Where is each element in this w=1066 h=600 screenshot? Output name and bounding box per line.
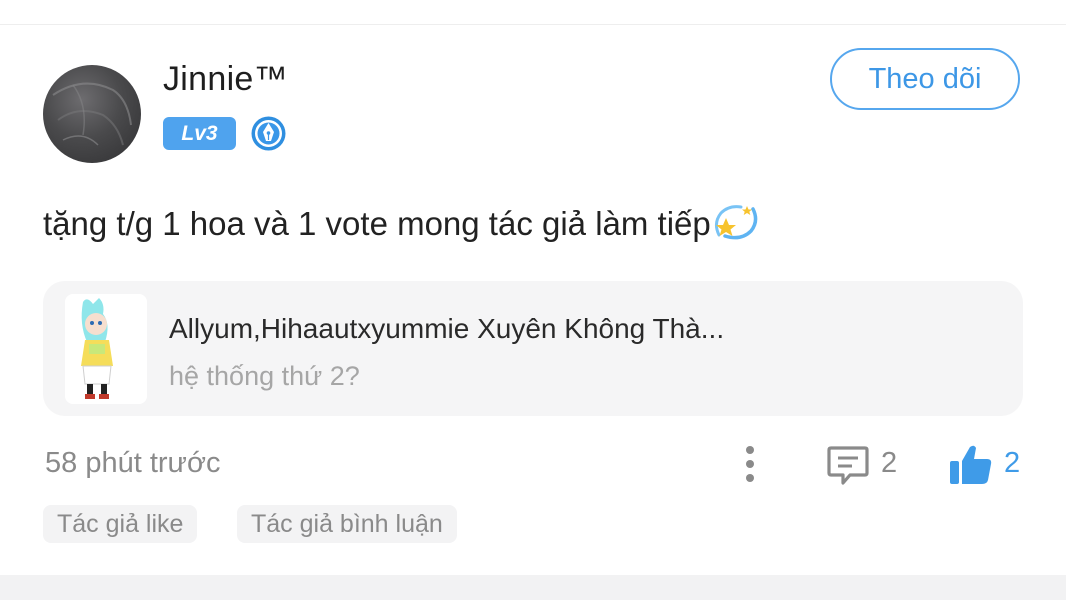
level-badge: Lv3 <box>163 117 236 150</box>
comment-icon <box>827 446 869 485</box>
book-card[interactable]: Allyum,Hihaautxyummie Xuyên Không Thà...… <box>43 281 1023 416</box>
thumbs-up-icon <box>950 445 992 484</box>
dizzy-star-emoji-icon <box>713 203 759 249</box>
reply-button[interactable]: 2 <box>826 443 906 487</box>
username[interactable]: Jinnie™ <box>163 60 288 99</box>
avatar-image <box>52 82 132 146</box>
top-divider <box>0 0 1066 25</box>
book-cover-image[interactable] <box>65 294 147 404</box>
author-liked-tag: Tác giả like <box>43 505 198 543</box>
author-commented-tag: Tác giả bình luận <box>237 505 457 543</box>
comment-body: tặng t/g 1 hoa và 1 vote mong tác giả là… <box>43 205 711 242</box>
comment-timestamp: 58 phút trước <box>45 447 221 479</box>
comment-text: tặng t/g 1 hoa và 1 vote mong tác giả là… <box>43 203 759 249</box>
user-avatar[interactable] <box>43 65 141 163</box>
follow-button[interactable]: Theo dõi <box>830 48 1020 110</box>
book-subtitle: hệ thống thứ 2? <box>169 361 360 391</box>
like-count: 2 <box>1004 447 1021 479</box>
author-pen-badge-icon <box>250 115 287 152</box>
more-vertical-icon <box>746 446 754 482</box>
bottom-separator <box>0 575 1066 600</box>
reply-count: 2 <box>881 447 898 479</box>
like-button[interactable]: 2 <box>948 443 1028 487</box>
more-options-button[interactable] <box>738 444 762 484</box>
book-title[interactable]: Allyum,Hihaautxyummie Xuyên Không Thà... <box>169 313 724 345</box>
